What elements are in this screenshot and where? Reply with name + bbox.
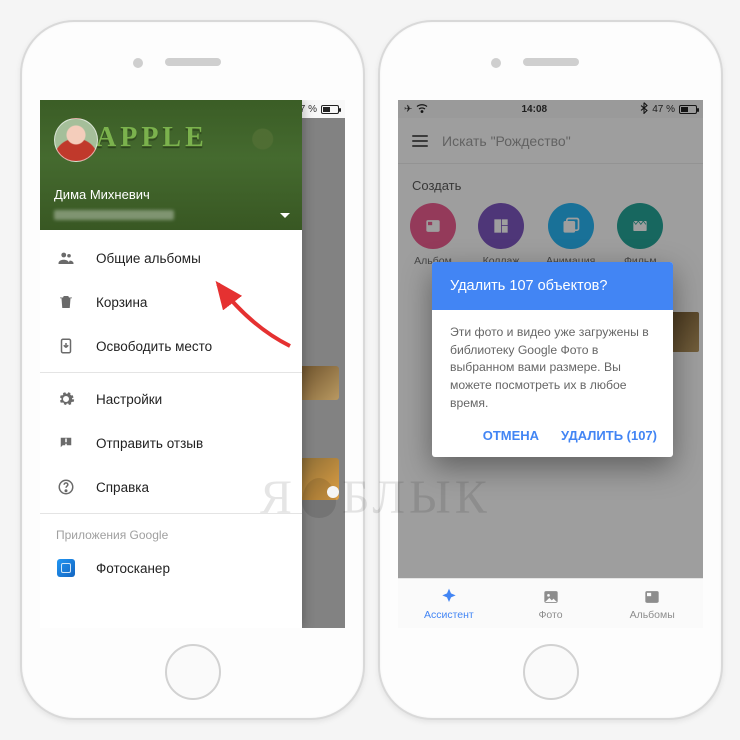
trash-icon: [56, 292, 76, 312]
front-camera: [133, 58, 143, 68]
menu-settings[interactable]: Настройки: [40, 377, 302, 421]
tab-label: Альбомы: [630, 609, 675, 621]
screen-right: ✈︎ 14:08 47 % Искать "Рождество": [398, 100, 703, 628]
menu-label: Отправить отзыв: [96, 436, 203, 451]
cancel-button[interactable]: ОТМЕНА: [483, 428, 539, 443]
menu-help[interactable]: Справка: [40, 465, 302, 509]
menu-label: Общие альбомы: [96, 251, 201, 266]
feedback-icon: [56, 433, 76, 453]
menu-divider: [40, 372, 302, 373]
tab-assistant[interactable]: Ассистент: [398, 579, 500, 628]
dialog-actions: ОТМЕНА УДАЛИТЬ (107): [432, 418, 673, 457]
menu-label: Фотосканер: [96, 561, 170, 576]
phone-right: ✈︎ 14:08 47 % Искать "Рождество": [378, 20, 723, 720]
speaker: [165, 58, 221, 66]
tab-photos[interactable]: Фото: [500, 579, 602, 628]
tab-label: Ассистент: [424, 609, 474, 621]
gear-icon: [56, 389, 76, 409]
navigation-drawer: APPLE Дима Михневич Общие альбомы: [40, 100, 302, 628]
menu-label: Освободить место: [96, 339, 212, 354]
phone-left: 47 % APPLE Дима Михневич: [20, 20, 365, 720]
home-button[interactable]: [165, 644, 221, 700]
freeup-icon: [56, 336, 76, 356]
user-name: Дима Михневич: [54, 187, 150, 202]
delete-dialog: Удалить 107 объектов? Эти фото и видео у…: [432, 262, 673, 457]
tab-label: Фото: [538, 609, 562, 621]
drawer-header[interactable]: APPLE Дима Михневич: [40, 100, 302, 230]
menu-trash[interactable]: Корзина: [40, 280, 302, 324]
people-icon: [56, 248, 76, 268]
menu-label: Настройки: [96, 392, 162, 407]
menu-feedback[interactable]: Отправить отзыв: [40, 421, 302, 465]
menu-label: Корзина: [96, 295, 147, 310]
front-camera: [491, 58, 501, 68]
menu-free-up[interactable]: Освободить место: [40, 324, 302, 368]
apps-header: Приложения Google: [40, 518, 302, 546]
account-switcher-icon[interactable]: [280, 213, 290, 218]
photo-thumbnail: [297, 366, 339, 400]
battery-icon: [321, 105, 339, 114]
delete-button[interactable]: УДАЛИТЬ (107): [561, 428, 657, 443]
dialog-body: Эти фото и видео уже загружены в библиот…: [432, 310, 673, 418]
photo-thumbnail: [297, 458, 339, 500]
bottom-tab-bar: Ассистент Фото Альбомы: [398, 578, 703, 628]
menu-divider: [40, 513, 302, 514]
header-logo: APPLE: [96, 122, 208, 154]
avatar[interactable]: [54, 118, 98, 162]
user-email-blurred: [54, 210, 174, 220]
menu-shared-albums[interactable]: Общие альбомы: [40, 236, 302, 280]
menu-label: Справка: [96, 480, 149, 495]
home-button[interactable]: [523, 644, 579, 700]
screen-left: 47 % APPLE Дима Михневич: [40, 100, 345, 628]
photoscan-icon: [56, 558, 76, 578]
underlying-content: [299, 118, 345, 628]
help-icon: [56, 477, 76, 497]
menu-photoscan[interactable]: Фотосканер: [40, 546, 302, 590]
tab-albums[interactable]: Альбомы: [601, 579, 703, 628]
speaker: [523, 58, 579, 66]
drawer-menu: Общие альбомы Корзина Освободить место: [40, 230, 302, 590]
dialog-title: Удалить 107 объектов?: [432, 262, 673, 310]
